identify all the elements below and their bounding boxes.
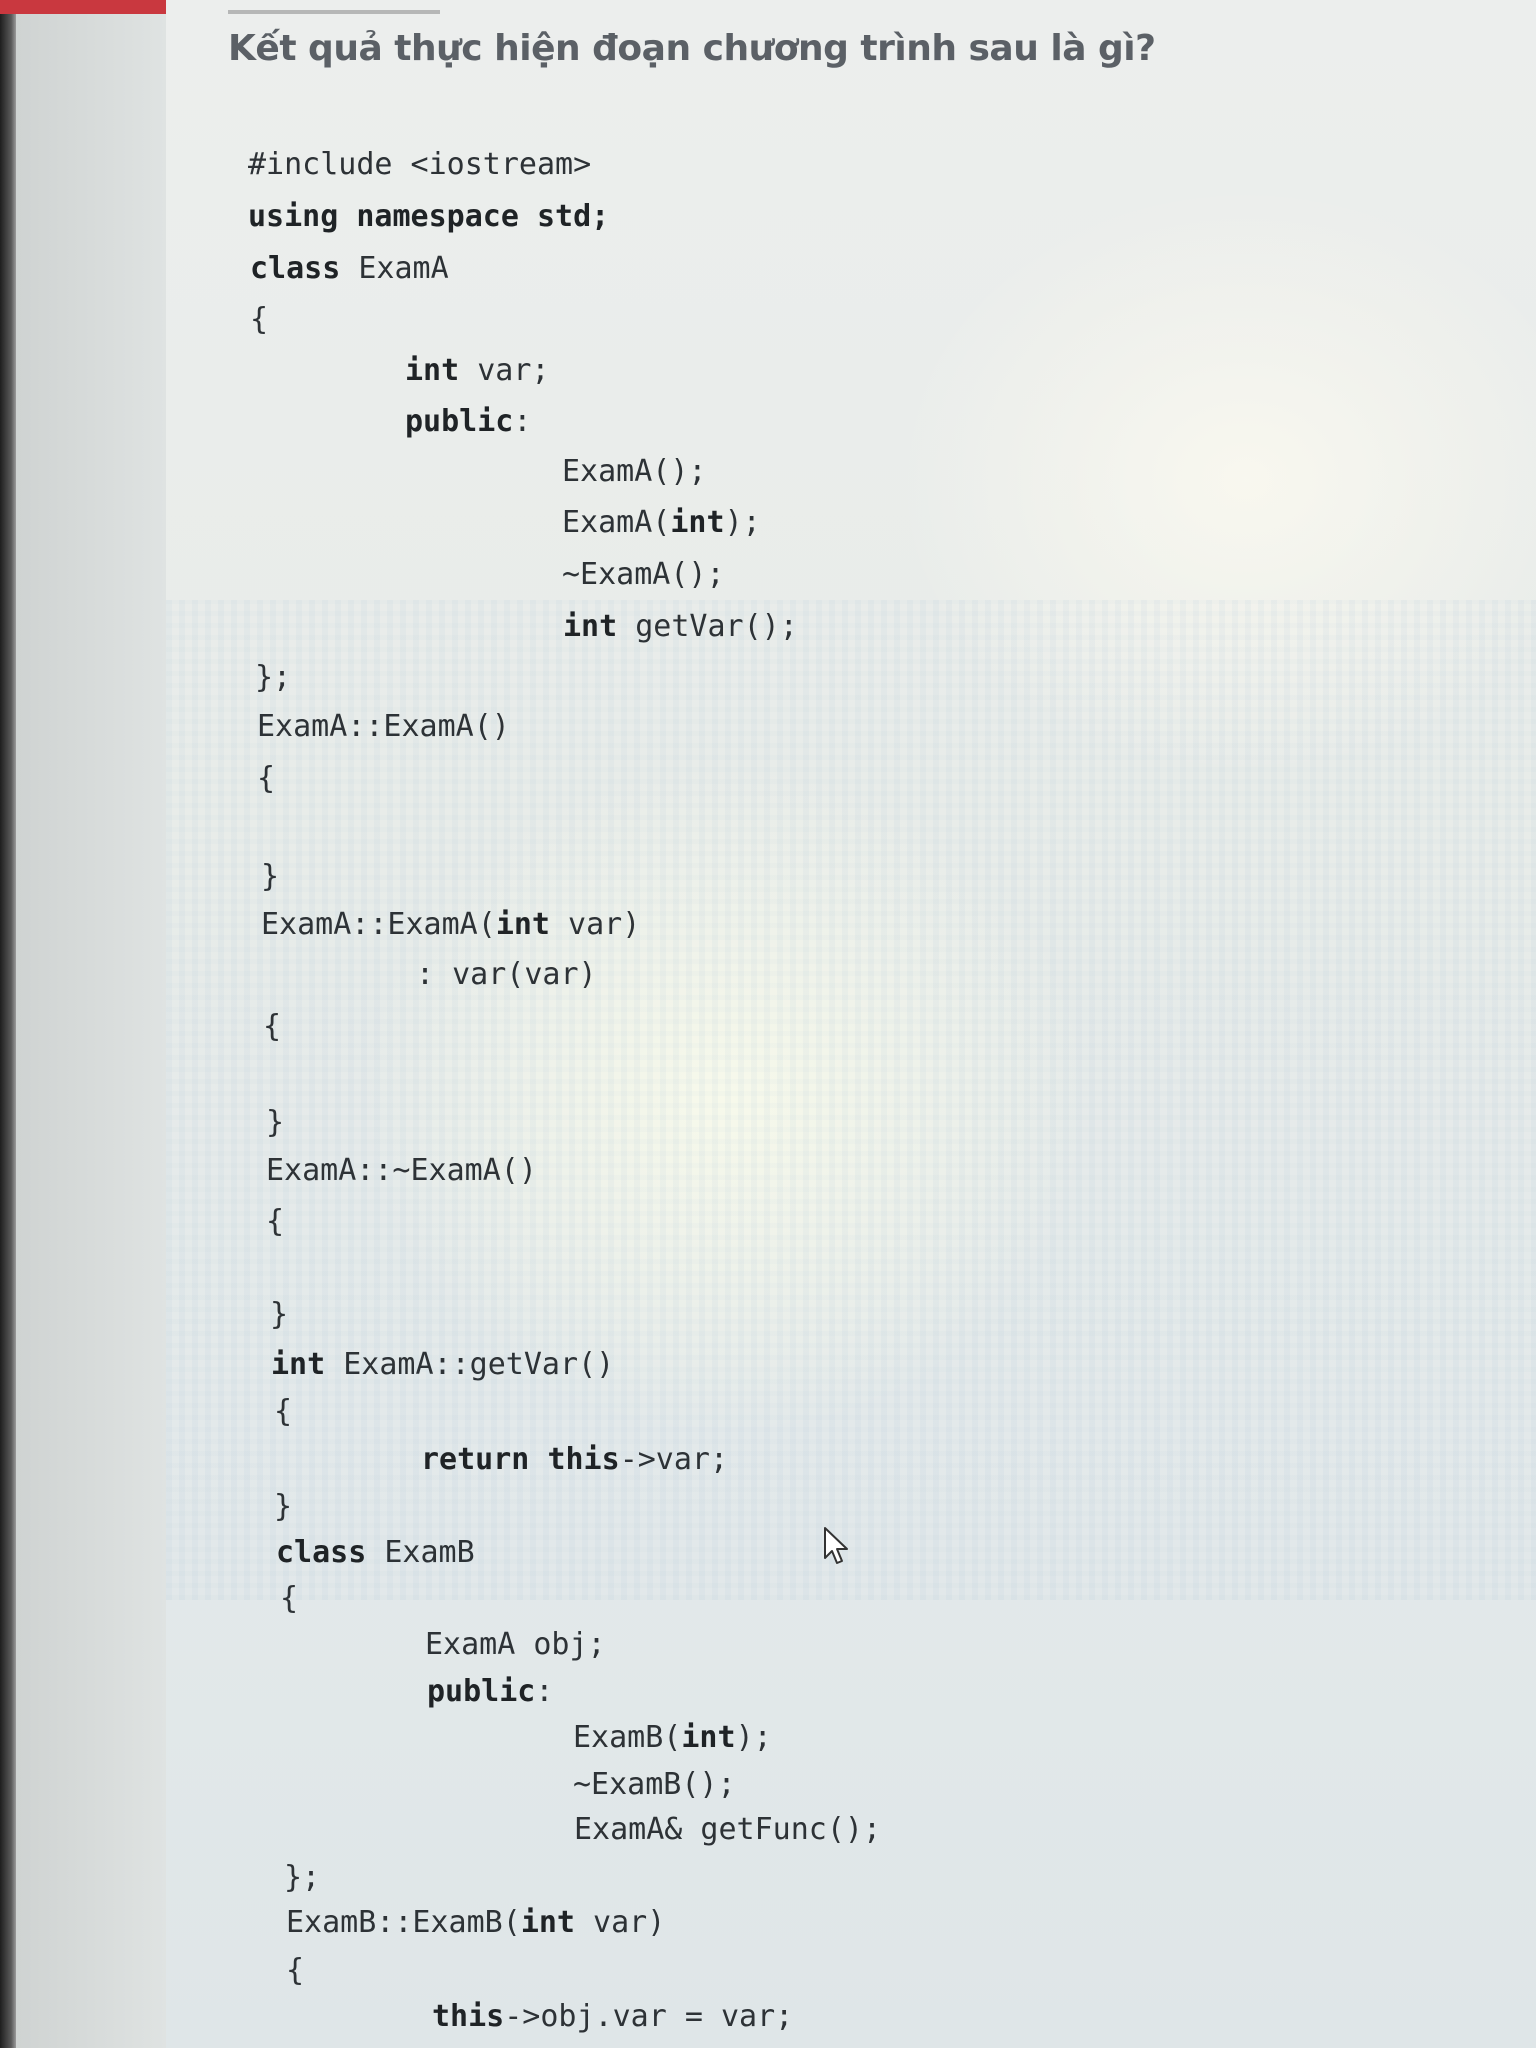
code-keyword: int [495,907,550,942]
code-text: : var(var) [416,957,597,992]
code-keyword: using namespace std; [248,199,610,234]
code-line: ExamB::ExamB(int var) [286,1908,665,1938]
code-keyword: int [405,353,460,388]
code-text: ~ExamA(); [562,557,725,592]
code-line: { [250,305,268,335]
code-line: { [257,764,275,794]
code-keyword: int [563,609,618,644]
code-line: ~ExamB(); [573,1770,736,1800]
code-text: var) [550,907,641,942]
code-keyword: int [681,1720,736,1755]
code-line: int ExamA::getVar() [271,1350,614,1380]
code-line: int getVar(); [563,612,798,642]
code-line: { [266,1207,284,1237]
code-line: ExamA::~ExamA() [266,1156,537,1186]
code-line: { [280,1584,298,1614]
code-keyword: class [250,251,341,286]
code-text: { [250,302,269,337]
code-line: using namespace std; [248,202,609,232]
code-text: }; [284,1860,321,1895]
code-text: { [257,761,276,796]
code-line: ExamA(); [562,457,707,487]
code-text: } [261,859,280,894]
code-text: ExamB::ExamB( [286,1905,521,1940]
code-text: } [266,1105,285,1140]
code-line: ExamA::ExamA() [257,712,510,742]
code-block: #include <iostream> using namespace std; c… [0,0,1536,2048]
code-text: ExamA(); [562,454,707,489]
code-text: ExamA::ExamA() [257,709,510,744]
code-line: ~ExamA(); [562,560,725,590]
code-keyword: this [432,1999,505,2034]
code-line: class ExamA [250,254,449,284]
code-text: { [263,1009,282,1044]
code-text: #include <iostream> [248,147,592,182]
code-line: { [286,1956,304,1986]
code-keyword: int [271,1347,326,1382]
code-text: ExamA& getFunc(); [574,1812,882,1847]
code-text: { [274,1394,293,1429]
code-text: } [274,1489,293,1524]
code-text: ->var; [619,1442,729,1477]
code-line: { [263,1012,281,1042]
code-keyword: return [421,1442,530,1477]
code-line: ExamA obj; [425,1630,606,1660]
code-text: ); [735,1720,772,1755]
code-line: : var(var) [416,960,597,990]
code-line: ExamB(int); [573,1723,772,1753]
code-text: ExamB( [573,1720,682,1755]
code-text: ExamA::~ExamA() [266,1153,537,1188]
code-text: }; [255,660,292,695]
code-line: } [266,1108,284,1138]
code-line: } [261,862,279,892]
code-line: }; [255,663,291,693]
code-line: ExamA::ExamA(int var) [261,910,640,940]
code-line: } [270,1300,288,1330]
code-text: { [286,1953,305,1988]
code-keyword: int [670,505,725,540]
code-keyword: this [547,1442,620,1477]
code-text: ExamA::ExamA( [261,907,496,942]
code-text: ExamB [366,1535,475,1570]
code-line: } [274,1492,292,1522]
code-text: ExamA obj; [425,1627,606,1662]
code-line: public: [405,407,531,437]
mouse-pointer-icon [824,1527,848,1564]
code-text: ~ExamB(); [573,1767,736,1802]
code-line: public: [427,1677,553,1707]
code-line: { [274,1397,292,1427]
code-text: getVar(); [617,609,798,644]
code-text: var) [575,1905,666,1940]
code-text: : [535,1674,554,1709]
code-line: #include <iostream> [248,150,591,180]
code-keyword: int [520,1905,575,1940]
code-text: ExamA( [562,505,671,540]
code-text: { [266,1204,285,1239]
code-text: ExamA [340,251,449,286]
code-line: }; [284,1863,320,1893]
code-text: ->obj.var = var; [504,1999,794,2034]
code-line: return this->var; [421,1445,728,1475]
code-text: } [270,1297,289,1332]
code-text: ); [724,505,761,540]
code-text: : [513,404,532,439]
code-keyword: class [276,1535,367,1570]
code-keyword: public [405,404,514,439]
code-line: int var; [405,356,550,386]
code-line: class ExamB [276,1538,475,1568]
code-line: ExamA(int); [562,508,761,538]
code-text: var; [459,353,550,388]
code-keyword: public [427,1674,536,1709]
code-line: this->obj.var = var; [432,2002,793,2032]
code-line: ExamA& getFunc(); [574,1815,881,1845]
code-text: ExamA::getVar() [325,1347,615,1382]
code-text: { [280,1581,299,1616]
